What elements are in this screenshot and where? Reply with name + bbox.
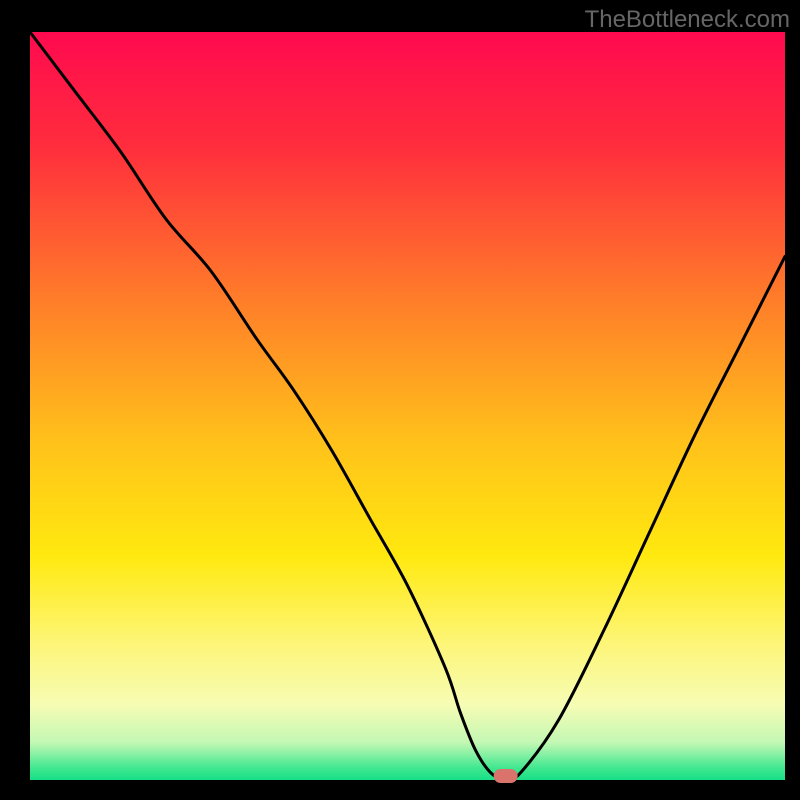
chart-frame: TheBottleneck.com (0, 0, 800, 800)
bottleneck-chart (0, 0, 800, 800)
plot-area (30, 32, 785, 780)
attribution-text: TheBottleneck.com (585, 6, 790, 34)
optimum-marker (494, 769, 518, 783)
